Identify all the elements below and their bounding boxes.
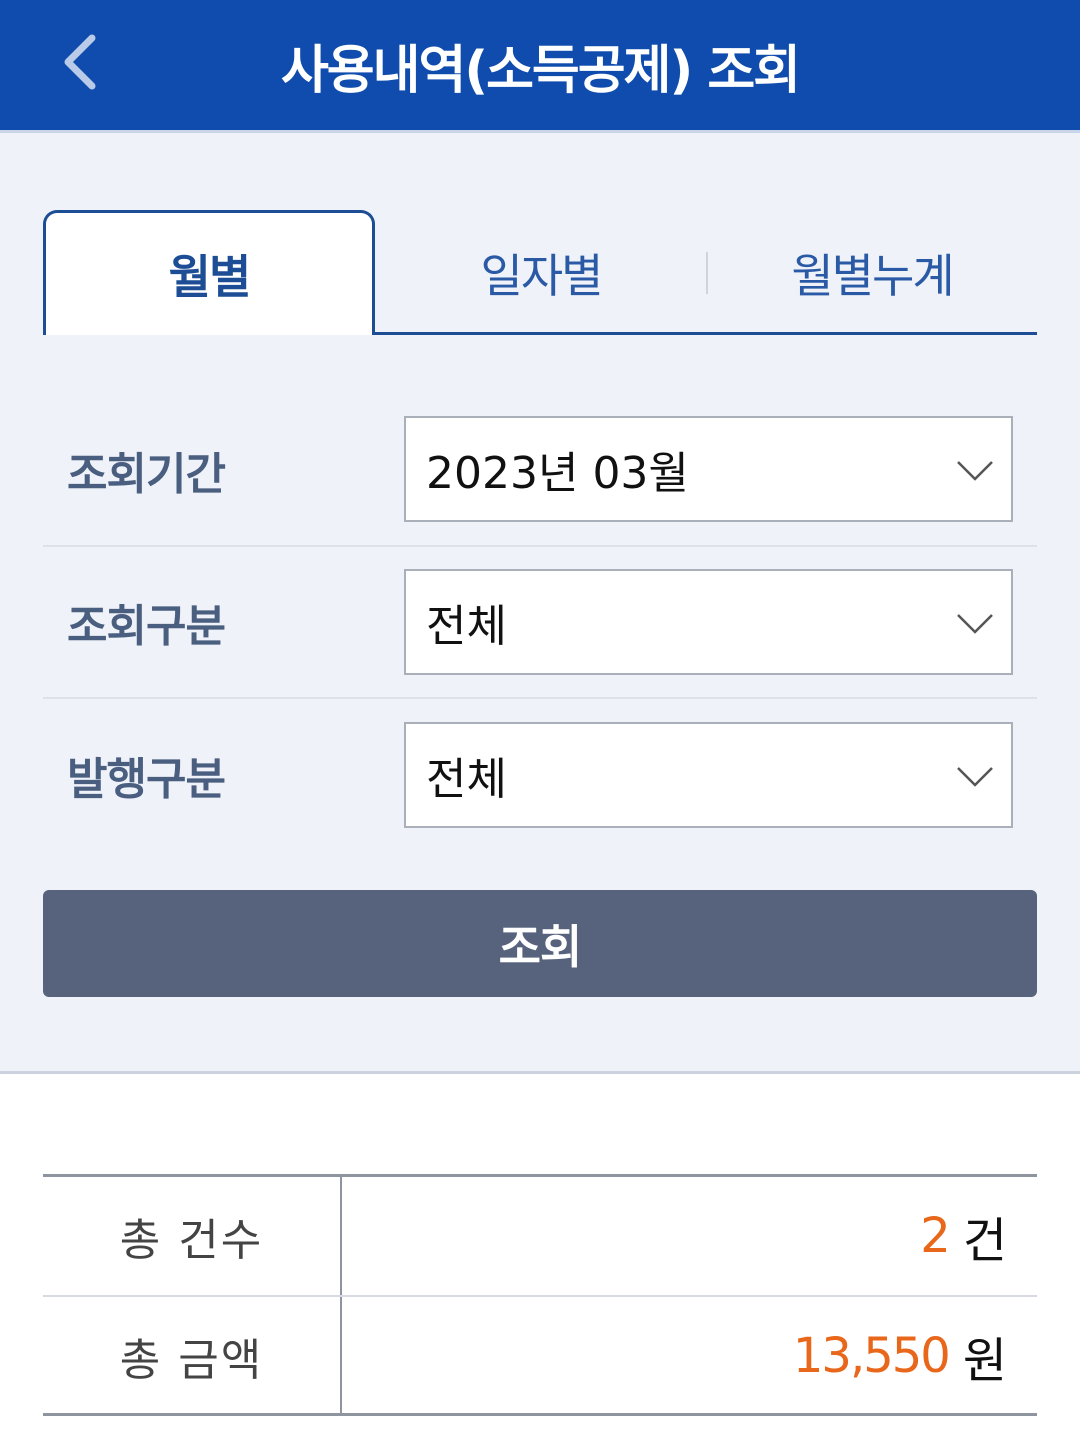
- count-unit: 건: [962, 1213, 1007, 1269]
- tab-monthly-cumulative[interactable]: 월별누계: [707, 210, 1037, 335]
- form-row-issue: 발행구분 전체: [43, 699, 1037, 851]
- issue-label: 발행구분: [67, 754, 226, 805]
- amount-unit: 원: [962, 1333, 1007, 1389]
- query-button[interactable]: 조회: [43, 890, 1037, 997]
- summary-table: 총 건수 2 건 총 금액 13,550 원: [43, 1174, 1037, 1416]
- amount-value: 13,550 원: [793, 1297, 1007, 1415]
- summary-row-count: 총 건수 2 건: [43, 1177, 1037, 1295]
- issue-select-value: 전체: [426, 754, 507, 805]
- count-number: 2: [920, 1208, 951, 1264]
- period-tabs: 월별 일자별 월별누계: [43, 210, 1037, 335]
- count-label: 총 건수: [119, 1215, 264, 1266]
- tab-monthly[interactable]: 월별: [43, 210, 375, 335]
- search-panel: 월별 일자별 월별누계 조회기간 2023년 03월 조회구분 전체 발행구분 …: [0, 133, 1080, 1074]
- period-select-value: 2023년 03월: [426, 448, 689, 499]
- app-header: 사용내역(소득공제) 조회: [0, 0, 1080, 133]
- amount-label: 총 금액: [119, 1335, 264, 1386]
- type-label: 조회구분: [67, 601, 226, 652]
- tab-daily[interactable]: 일자별: [375, 210, 707, 335]
- period-label: 조회기간: [67, 449, 226, 500]
- chevron-down-icon: [957, 767, 993, 787]
- type-select-value: 전체: [426, 601, 507, 652]
- type-select[interactable]: 전체: [404, 569, 1013, 675]
- period-select[interactable]: 2023년 03월: [404, 416, 1013, 522]
- summary-row-amount: 총 금액 13,550 원: [43, 1297, 1037, 1415]
- form-row-period: 조회기간 2023년 03월: [43, 395, 1037, 547]
- form-row-type: 조회구분 전체: [43, 547, 1037, 699]
- issue-select[interactable]: 전체: [404, 722, 1013, 828]
- chevron-down-icon: [957, 614, 993, 634]
- amount-number: 13,550: [792, 1328, 951, 1384]
- chevron-down-icon: [957, 461, 993, 481]
- count-value: 2 건: [920, 1177, 1007, 1295]
- page-title: 사용내역(소득공제) 조회: [280, 40, 801, 101]
